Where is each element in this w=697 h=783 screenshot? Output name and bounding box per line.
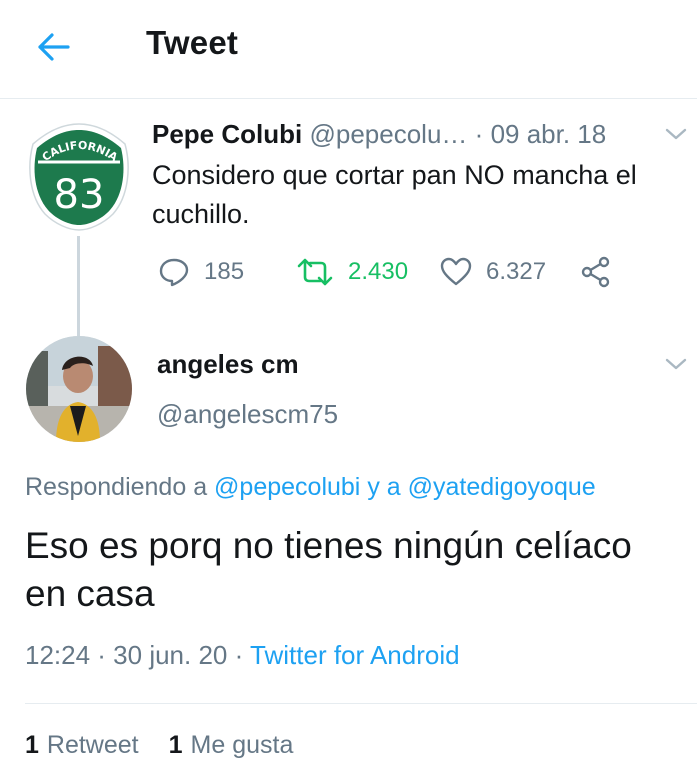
likes-stat[interactable]: 1 Me gusta	[169, 731, 294, 760]
reply-count: 185	[204, 258, 245, 285]
chevron-down-icon	[665, 358, 687, 370]
retweet-icon	[297, 258, 333, 286]
parent-date[interactable]: 09 abr. 18	[491, 119, 607, 149]
tweet-timestamp: 12:24 · 30 jun. 20 ·	[25, 640, 244, 670]
parent-tweet-text: Considero que cortar pan NO mancha el cu…	[152, 160, 637, 229]
tweet-menu-button[interactable]	[664, 356, 688, 377]
route-shield-badge: CALIFORNIA 83	[29, 123, 129, 231]
parent-retweet-action[interactable]: 2.430	[296, 255, 408, 289]
replying-user-link-1[interactable]: @pepecolubi	[214, 473, 360, 501]
retweets-stat-label: Retweet	[46, 731, 139, 759]
tweet-stats: 1 Retweet 1 Me gusta	[25, 731, 323, 760]
like-count: 6.327	[486, 258, 547, 285]
badge-number: 83	[54, 172, 105, 218]
replying-to: Respondiendo a @pepecolubi y a @yatedigo…	[25, 473, 596, 502]
tweet-meta: 12:24 · 30 jun. 20 · Twitter for Android	[25, 640, 460, 671]
chevron-down-icon	[665, 128, 687, 140]
parent-menu-button[interactable]	[664, 126, 688, 147]
back-button[interactable]	[28, 24, 78, 70]
back-arrow-icon	[38, 33, 70, 61]
like-icon	[440, 257, 472, 286]
parent-separator: ·	[474, 119, 484, 149]
replying-conjunction: y a	[367, 473, 401, 501]
retweet-count: 2.430	[348, 258, 409, 285]
retweets-stat-count: 1	[25, 731, 39, 759]
parent-share-action[interactable]	[580, 255, 612, 289]
parent-reply-action[interactable]: 185	[158, 255, 244, 289]
parent-tweet-header: Pepe Colubi @pepecolu… · 09 abr. 18	[152, 119, 606, 150]
thread-connector	[77, 236, 80, 338]
tweet-source-link[interactable]: Twitter for Android	[250, 640, 460, 670]
tweet-text: Eso es porq no tienes ningún celíaco en …	[25, 525, 632, 614]
author-name[interactable]: angeles cm	[157, 349, 299, 380]
share-icon	[581, 256, 610, 288]
replying-user-link-2[interactable]: @yatedigoyoque	[408, 473, 596, 501]
likes-stat-label: Me gusta	[190, 731, 294, 759]
author-avatar[interactable]	[26, 336, 132, 442]
page-title: Tweet	[146, 24, 239, 61]
top-bar	[0, 0, 697, 99]
profile-avatar-parent[interactable]: CALIFORNIA 83	[25, 122, 133, 232]
likes-stat-count: 1	[168, 731, 183, 759]
parent-like-action[interactable]: 6.327	[440, 255, 546, 289]
author-handle[interactable]: @angelescm75	[157, 399, 338, 430]
parent-author-handle[interactable]: @pepecolu…	[309, 119, 467, 149]
retweets-stat[interactable]: 1 Retweet	[25, 731, 139, 760]
reply-icon	[159, 258, 189, 287]
parent-author-name[interactable]: Pepe Colubi	[152, 119, 302, 149]
replying-prefix: Respondiendo a	[25, 473, 208, 501]
avatar-photo	[26, 336, 132, 442]
divider	[25, 703, 697, 704]
